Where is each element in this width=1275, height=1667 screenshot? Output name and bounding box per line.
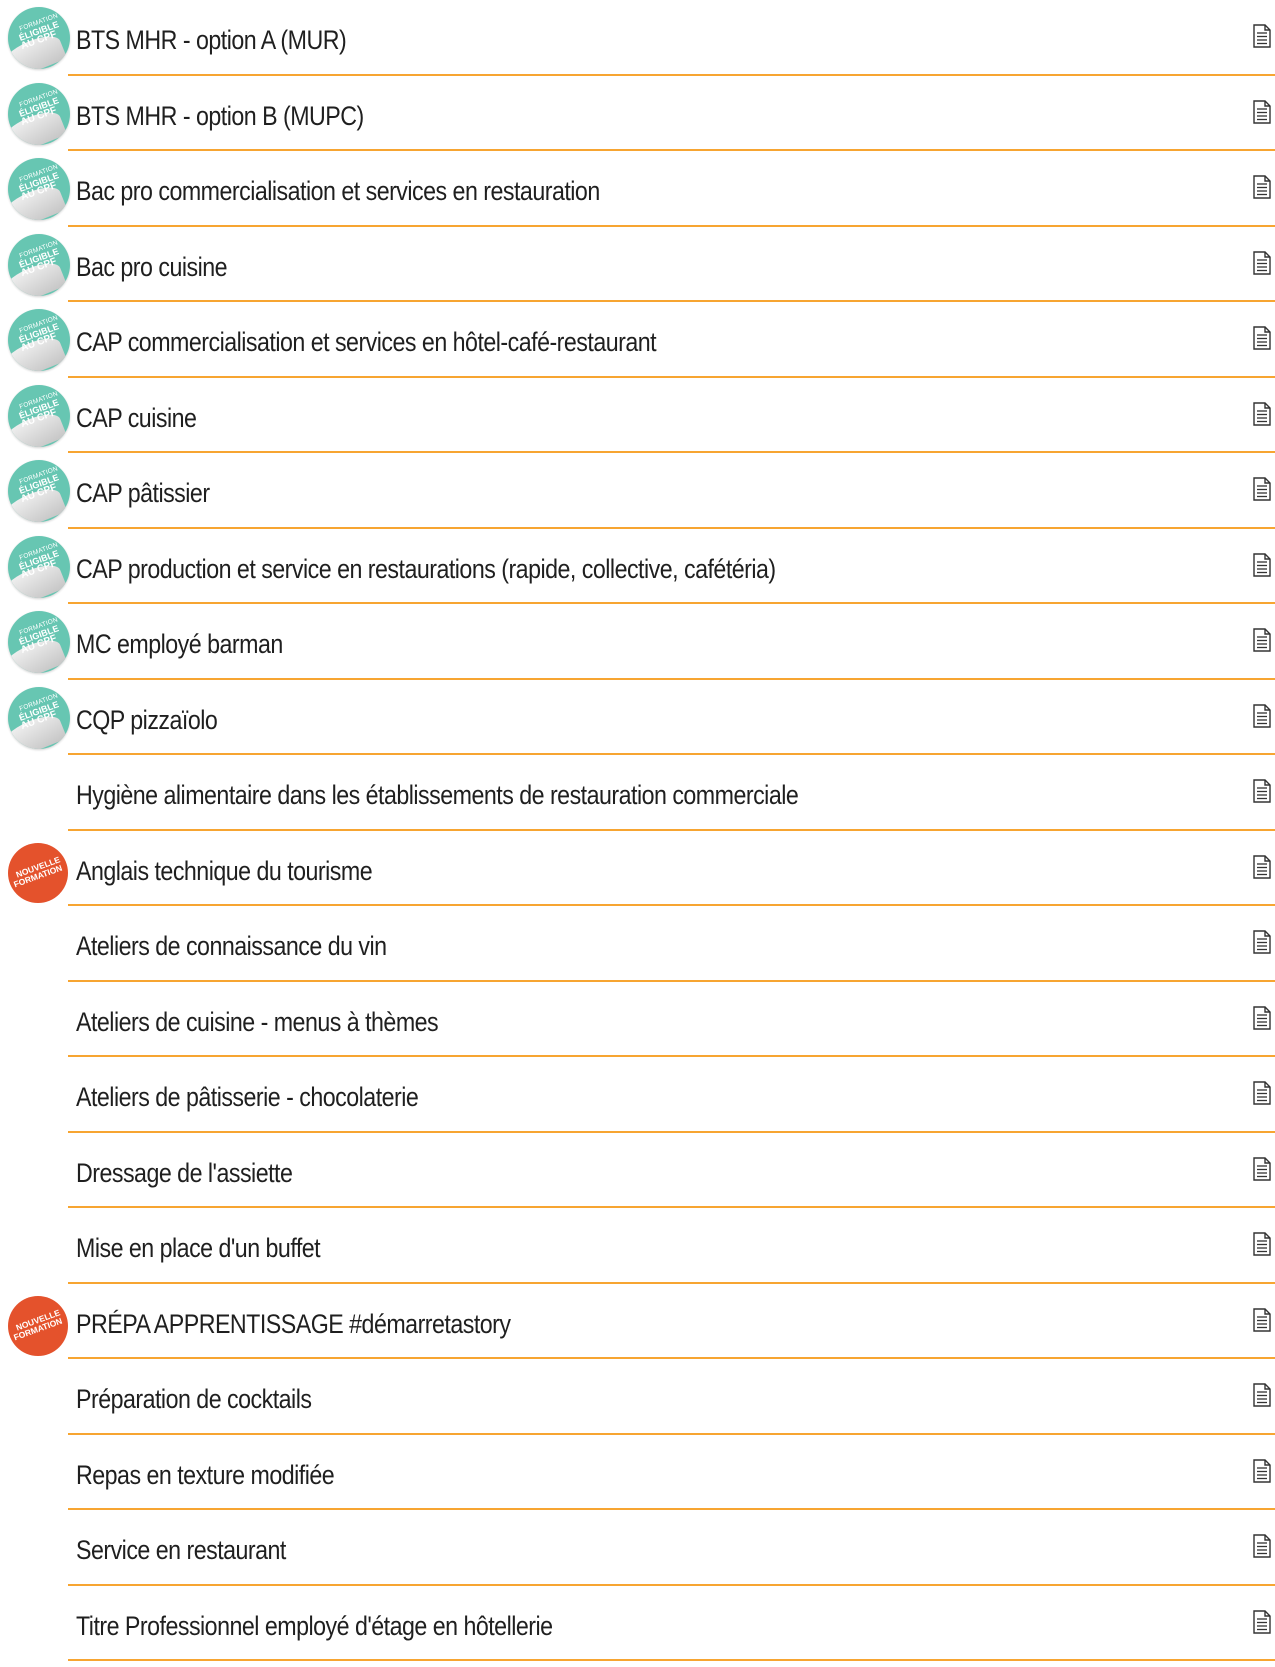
new-formation-badge: NOUVELLE FORMATION: [8, 1295, 68, 1356]
formation-title-link[interactable]: Ateliers de connaissance du vin: [76, 906, 387, 982]
formation-title-link[interactable]: Ateliers de cuisine - menus à thèmes: [76, 982, 439, 1058]
document-icon[interactable]: [1253, 1005, 1271, 1030]
formation-title-link[interactable]: Anglais technique du tourisme: [76, 831, 373, 907]
document-icon[interactable]: [1253, 779, 1271, 803]
cpf-eligible-badge: FORMATION ÉLIGIBLE AU CPF: [8, 158, 70, 220]
document-icon[interactable]: [1253, 250, 1271, 275]
formation-title-link[interactable]: Titre Professionnel employé d'étage en h…: [76, 1586, 553, 1662]
formation-title-link[interactable]: CAP commercialisation et services en hôt…: [76, 302, 657, 378]
formation-row[interactable]: Mise en place d'un buffet: [0, 1208, 1275, 1284]
document-icon[interactable]: [1253, 1609, 1271, 1634]
document-icon[interactable]: [1253, 477, 1271, 501]
formation-row[interactable]: FORMATION ÉLIGIBLE AU CPF Bac pro cuisine: [0, 227, 1275, 303]
formation-title-link[interactable]: Bac pro commercialisation et services en…: [76, 151, 600, 227]
formation-row[interactable]: Hygiène alimentaire dans les établisseme…: [0, 755, 1275, 831]
formation-row[interactable]: FORMATION ÉLIGIBLE AU CPF CAP pâtissier: [0, 453, 1275, 529]
formation-row[interactable]: FORMATION ÉLIGIBLE AU CPF CQP pizzaïolo: [0, 680, 1275, 756]
formation-title-link[interactable]: BTS MHR - option A (MUR): [76, 0, 347, 76]
formation-title-link[interactable]: Ateliers de pâtisserie - chocolaterie: [76, 1057, 419, 1133]
formation-title-link[interactable]: Préparation de cocktails: [76, 1359, 312, 1435]
document-icon[interactable]: [1253, 930, 1271, 954]
formation-row[interactable]: Repas en texture modifiée: [0, 1435, 1275, 1511]
document-icon[interactable]: [1253, 703, 1271, 728]
formation-title-link[interactable]: BTS MHR - option B (MUPC): [76, 76, 364, 152]
formation-row[interactable]: FORMATION ÉLIGIBLE AU CPF BTS MHR - option …: [0, 76, 1275, 152]
cpf-eligible-badge: FORMATION ÉLIGIBLE AU CPF: [8, 686, 70, 749]
formation-title-link[interactable]: CAP pâtissier: [76, 453, 210, 529]
formation-row[interactable]: FORMATION ÉLIGIBLE AU CPF MC employé barman: [0, 604, 1275, 680]
formation-row[interactable]: Titre Professionnel employé d'étage en h…: [0, 1586, 1275, 1662]
cpf-eligible-badge: FORMATION ÉLIGIBLE AU CPF: [8, 233, 70, 296]
document-icon[interactable]: [1253, 854, 1271, 879]
formation-title-link[interactable]: CAP production et service en restauratio…: [76, 529, 776, 605]
new-formation-badge: NOUVELLE FORMATION: [8, 842, 68, 903]
cpf-eligible-badge: FORMATION ÉLIGIBLE AU CPF: [8, 460, 70, 522]
formation-title-link[interactable]: Dressage de l'assiette: [76, 1133, 293, 1209]
document-icon[interactable]: [1253, 1534, 1271, 1558]
formation-row[interactable]: FORMATION ÉLIGIBLE AU CPF Bac pro commercia…: [0, 151, 1275, 227]
formation-row[interactable]: NOUVELLE FORMATION Anglais technique du to…: [0, 831, 1275, 907]
cpf-eligible-badge: FORMATION ÉLIGIBLE AU CPF: [8, 309, 70, 371]
formation-title-link[interactable]: PRÉPA APPRENTISSAGE #démarretastory: [76, 1284, 511, 1360]
formation-row[interactable]: Ateliers de connaissance du vin: [0, 906, 1275, 982]
formation-row[interactable]: FORMATION ÉLIGIBLE AU CPF CAP cuisine: [0, 378, 1275, 454]
cpf-eligible-badge: FORMATION ÉLIGIBLE AU CPF: [8, 7, 70, 69]
formation-title-link[interactable]: CQP pizzaïolo: [76, 680, 218, 756]
formation-title-link[interactable]: Hygiène alimentaire dans les établisseme…: [76, 755, 799, 831]
formation-row[interactable]: FORMATION ÉLIGIBLE AU CPF BTS MHR - option …: [0, 0, 1275, 76]
document-icon[interactable]: [1253, 175, 1271, 199]
document-icon[interactable]: [1253, 1081, 1271, 1105]
document-icon[interactable]: [1253, 24, 1271, 48]
document-icon[interactable]: [1253, 628, 1271, 652]
formation-row[interactable]: Ateliers de pâtisserie - chocolaterie: [0, 1057, 1275, 1133]
document-icon[interactable]: [1253, 1156, 1271, 1181]
document-icon[interactable]: [1253, 1232, 1271, 1256]
formation-title-link[interactable]: Mise en place d'un buffet: [76, 1208, 321, 1284]
formation-title-link[interactable]: CAP cuisine: [76, 378, 197, 454]
formation-row[interactable]: FORMATION ÉLIGIBLE AU CPF CAP commercialisa…: [0, 302, 1275, 378]
formation-row[interactable]: FORMATION ÉLIGIBLE AU CPF CAP production et…: [0, 529, 1275, 605]
cpf-eligible-badge: FORMATION ÉLIGIBLE AU CPF: [8, 82, 70, 145]
formation-row[interactable]: Ateliers de cuisine - menus à thèmes: [0, 982, 1275, 1058]
document-icon[interactable]: [1253, 401, 1271, 426]
formation-row[interactable]: Service en restaurant: [0, 1510, 1275, 1586]
formation-title-link[interactable]: Service en restaurant: [76, 1510, 286, 1586]
document-icon[interactable]: [1253, 1307, 1271, 1332]
formation-title-link[interactable]: MC employé barman: [76, 604, 283, 680]
formation-title-link[interactable]: Repas en texture modifiée: [76, 1435, 335, 1511]
formation-title-link[interactable]: Bac pro cuisine: [76, 227, 228, 303]
formation-row[interactable]: Dressage de l'assiette: [0, 1133, 1275, 1209]
document-icon[interactable]: [1253, 552, 1271, 577]
cpf-eligible-badge: FORMATION ÉLIGIBLE AU CPF: [8, 611, 70, 673]
cpf-eligible-badge: FORMATION ÉLIGIBLE AU CPF: [8, 535, 70, 598]
cpf-eligible-badge: FORMATION ÉLIGIBLE AU CPF: [8, 384, 70, 447]
formation-list: FORMATION ÉLIGIBLE AU CPF BTS MHR - option …: [0, 0, 1275, 1661]
document-icon[interactable]: [1253, 99, 1271, 124]
document-icon[interactable]: [1253, 1458, 1271, 1483]
formation-row[interactable]: NOUVELLE FORMATION PRÉPA APPRENTISSAGE #dé…: [0, 1284, 1275, 1360]
document-icon[interactable]: [1253, 326, 1271, 350]
formation-row[interactable]: Préparation de cocktails: [0, 1359, 1275, 1435]
document-icon[interactable]: [1253, 1383, 1271, 1407]
